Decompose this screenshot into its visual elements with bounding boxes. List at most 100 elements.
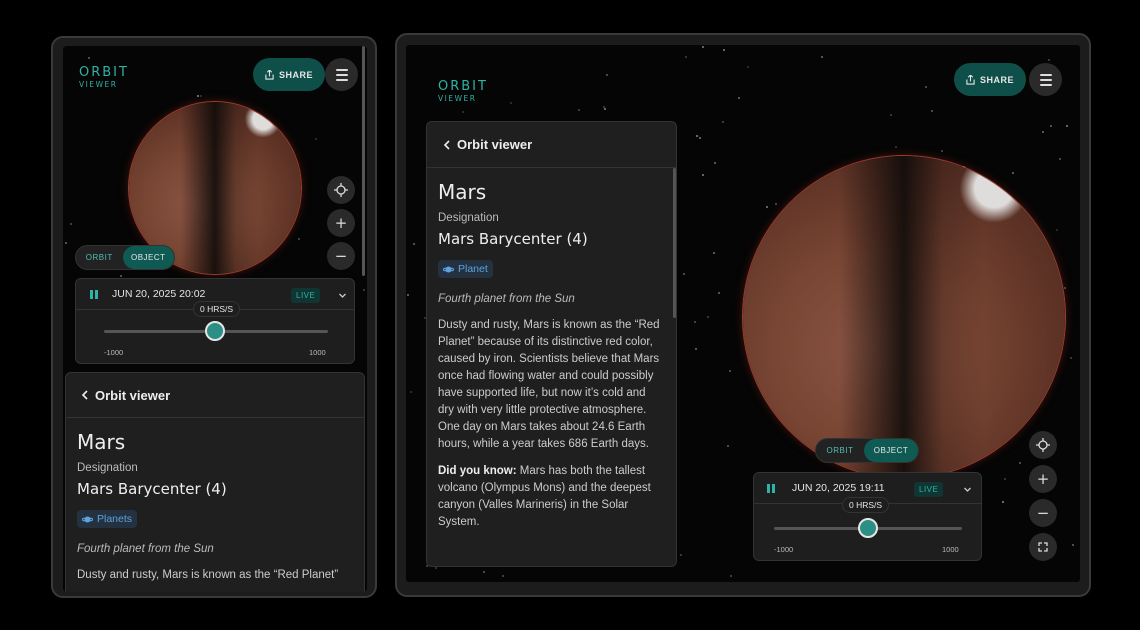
- star: [1063, 287, 1066, 290]
- menu-icon: [335, 67, 348, 82]
- locate-icon: [1036, 438, 1050, 452]
- star: [685, 56, 688, 59]
- share-button[interactable]: SHARE: [954, 63, 1027, 96]
- zoom-out-button[interactable]: −: [327, 242, 355, 270]
- star: [409, 390, 412, 393]
- star: [315, 138, 318, 141]
- star: [693, 320, 696, 323]
- view-toggle: ORBIT OBJECT: [815, 438, 919, 463]
- star: [1041, 130, 1044, 133]
- star: [683, 272, 686, 275]
- star: [1050, 125, 1053, 128]
- star: [65, 242, 68, 245]
- logo-text: ORBIT: [438, 79, 488, 94]
- slider-min-label: -1000: [104, 348, 124, 357]
- star: [924, 86, 927, 89]
- panel-header[interactable]: Orbit viewer: [427, 122, 676, 168]
- orbit-toggle-option[interactable]: ORBIT: [76, 246, 123, 269]
- star: [679, 554, 682, 557]
- zoom-in-button[interactable]: +: [327, 209, 355, 237]
- rate-slider-knob[interactable]: [205, 321, 225, 341]
- logo-text: ORBIT: [79, 65, 129, 80]
- zoom-out-icon: −: [334, 247, 348, 265]
- star: [696, 134, 699, 137]
- live-badge[interactable]: LIVE: [291, 288, 321, 303]
- object-description: Dusty and rusty, Mars is known as the “R…: [438, 318, 660, 450]
- zoom-out-icon: −: [1036, 504, 1050, 522]
- star: [729, 575, 732, 578]
- designation-value: Mars Barycenter (4): [438, 230, 588, 248]
- star: [87, 57, 90, 60]
- datetime-display[interactable]: JUN 20, 2025 19:11: [792, 482, 885, 494]
- star: [1004, 477, 1007, 480]
- slider-min-label: -1000: [774, 545, 794, 554]
- panel-scrollbar[interactable]: [673, 168, 676, 318]
- share-label: SHARE: [279, 69, 314, 80]
- star: [1066, 124, 1069, 127]
- panel-body: Mars Designation Mars Barycenter (4) Pla…: [438, 180, 664, 531]
- app-logo[interactable]: ORBIT VIEWER: [438, 79, 488, 103]
- share-icon: [265, 69, 274, 80]
- pause-icon[interactable]: [90, 289, 98, 299]
- panel-body: Mars Designation Mars Barycenter (4) Pla…: [77, 430, 352, 584]
- object-name: Mars: [438, 180, 487, 204]
- chevron-down-icon[interactable]: [963, 485, 972, 494]
- zoom-in-icon: +: [334, 214, 348, 232]
- star: [737, 97, 740, 100]
- star: [502, 574, 505, 577]
- tablet-device: ORBIT VIEWER SHARE Orbit viewer Mars Des…: [395, 33, 1091, 597]
- star: [434, 567, 437, 570]
- chevron-left-icon: [81, 390, 88, 400]
- star: [1055, 228, 1058, 231]
- object-name: Mars: [77, 430, 126, 454]
- view-toggle: ORBIT OBJECT: [75, 245, 175, 270]
- star: [747, 65, 750, 68]
- panel-header[interactable]: Orbit viewer: [66, 373, 364, 418]
- chevron-down-icon[interactable]: [338, 291, 347, 300]
- star: [713, 162, 716, 165]
- star: [706, 316, 709, 319]
- star: [889, 113, 892, 116]
- star: [120, 274, 123, 277]
- star: [698, 136, 701, 139]
- back-label: Orbit viewer: [457, 137, 533, 152]
- share-label: SHARE: [980, 74, 1015, 85]
- page-scrollbar[interactable]: [362, 46, 365, 276]
- object-toggle-option[interactable]: OBJECT: [122, 246, 174, 269]
- category-tag[interactable]: Planets: [77, 510, 138, 528]
- menu-button[interactable]: [325, 58, 358, 91]
- menu-button[interactable]: [1029, 63, 1062, 96]
- fullscreen-button[interactable]: [1029, 533, 1057, 561]
- star: [774, 202, 777, 205]
- rate-label: 0 HRS/S: [193, 301, 241, 317]
- rate-slider-knob[interactable]: [858, 518, 878, 538]
- star: [1019, 462, 1022, 465]
- star: [894, 145, 897, 148]
- star: [1047, 59, 1050, 62]
- phone-screen: ORBIT VIEWER SHARE + − ORBIT OBJECT JUN …: [63, 46, 367, 592]
- datetime-display[interactable]: JUN 20, 2025 20:02: [112, 288, 205, 300]
- locate-button[interactable]: [1029, 431, 1057, 459]
- star: [482, 571, 485, 574]
- slider-max-label: 1000: [942, 545, 959, 554]
- zoom-in-button[interactable]: +: [1029, 465, 1057, 493]
- star: [199, 95, 202, 98]
- zoom-out-button[interactable]: −: [1029, 499, 1057, 527]
- share-button[interactable]: SHARE: [253, 58, 326, 91]
- object-toggle-option[interactable]: OBJECT: [864, 439, 918, 462]
- live-badge[interactable]: LIVE: [914, 482, 944, 497]
- mars-planet[interactable]: [743, 156, 1065, 478]
- pause-icon[interactable]: [767, 483, 775, 493]
- star: [510, 101, 513, 104]
- star: [701, 174, 704, 177]
- menu-icon: [1039, 72, 1052, 87]
- did-you-know-label: Did you know:: [438, 464, 517, 477]
- object-description: Dusty and rusty, Mars is known as the “R…: [77, 568, 339, 581]
- object-subtitle: Fourth planet from the Sun: [77, 542, 214, 555]
- zoom-in-icon: +: [1036, 470, 1050, 488]
- orbit-toggle-option[interactable]: ORBIT: [816, 439, 864, 462]
- locate-button[interactable]: [327, 176, 355, 204]
- star: [727, 445, 730, 448]
- category-tag[interactable]: Planet: [438, 260, 493, 278]
- app-logo[interactable]: ORBIT VIEWER: [79, 65, 129, 89]
